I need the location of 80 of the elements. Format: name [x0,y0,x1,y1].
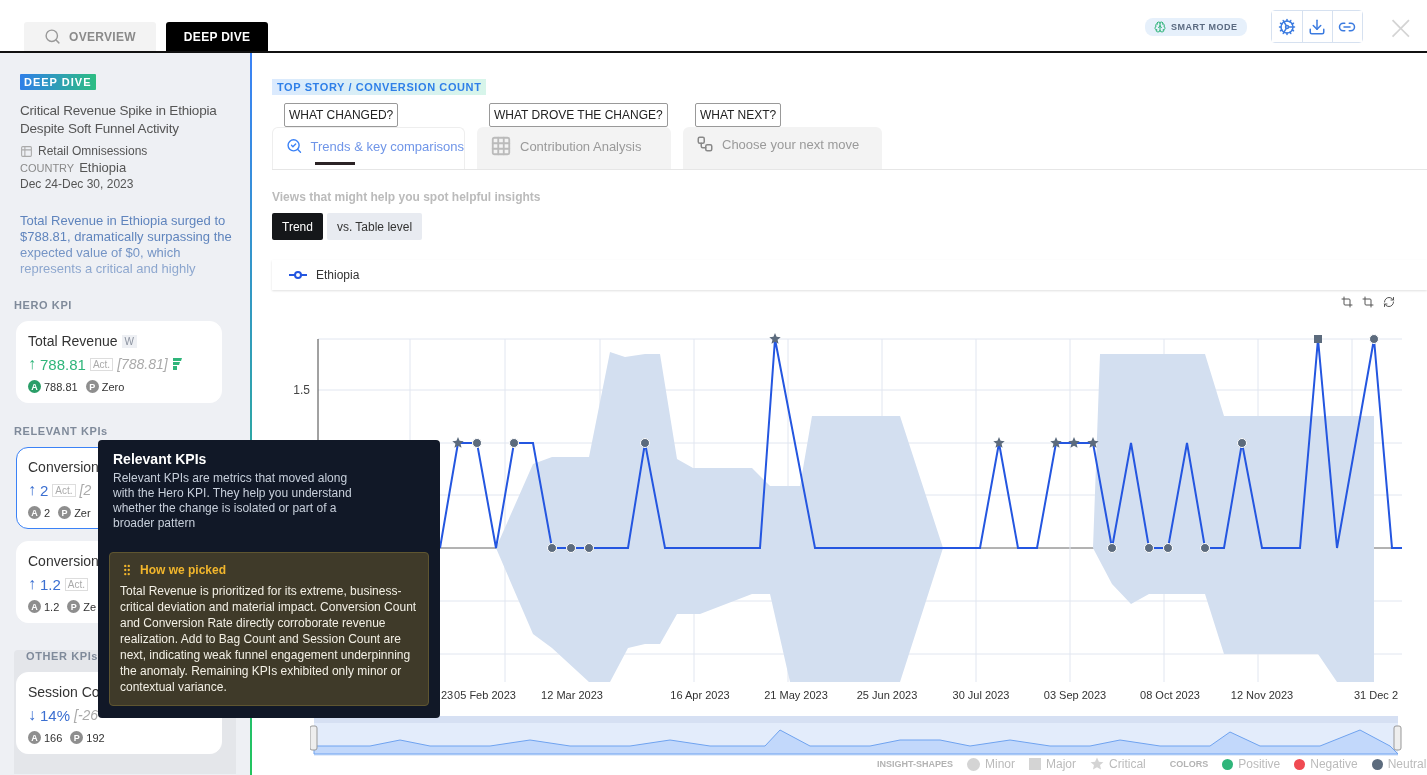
breadcrumb: TOP STORY / CONVERSION COUNT [272,79,487,95]
note-title: How we picked [140,563,227,577]
dataset-name: Retail Omnisessions [38,144,148,158]
legend-label: Negative [1310,757,1358,771]
legend-label: Minor [985,757,1016,771]
legend-title: COLORS [1169,759,1209,769]
legend-label: Positive [1238,757,1281,771]
country-value: Ethiopia [79,160,127,175]
story-title: Critical Revenue Spike in Ethiopia Despite Soft Funnel Activity [20,102,218,138]
axis-tick-label: 12 Nov 2023 [1230,689,1294,701]
legend-label: Neutral [1387,757,1427,771]
kpi-name: Total Revenue [28,333,118,349]
kpi-name: Conversion [28,459,99,475]
story-tab-label: Trends & key comparisons [310,138,464,154]
axis-tick-label: 05 Feb 2023 [454,689,516,701]
axis-tick-label: 08 Oct 2023 [1140,689,1200,701]
stat-value: 192 [86,731,105,744]
axis-tick-label: 16 Apr 2023 [670,689,730,701]
note-text: Total Revenue is prioritized for its extreme, business-critical deviation and material impact. Conversion Count and Conversion Rate directly corroborate revenue realization. Add to Bag Count and Session Count are next, indicating weak funnel engagement underpinning the anomaly. Remaining KPIs exhibited only minor or contextual variance. [120,583,418,695]
question-label: WHAT DROVE THE CHANGE? [489,103,668,127]
stat-value: Ze [83,600,97,613]
actual-tag: Act. [52,483,76,497]
trend-arrow: ↑ [28,575,36,593]
kpi-value: 788.81 [40,355,86,373]
expected-value: [788.81] [117,356,168,372]
expected-value: [2 [79,482,92,498]
section-title: HERO KPI [13,299,73,311]
stat-value: Zero [101,380,125,393]
trend-arrow: ↑ [28,481,36,499]
story-summary: Total Revenue in Ethiopia surged to $788.81, dramatically surpassing the expected value of $0, which represents a critical and highly [20,213,233,277]
stat-badge: A [28,506,41,519]
axis-tick-label: 31 Dec 2 [1354,689,1399,701]
legend-title: INSIGHT-SHAPES [877,759,953,769]
stat-badge: A [28,731,41,744]
stat-value: 2 [44,506,51,519]
smart-mode-label: SMART MODE [1171,21,1238,32]
country-label: COUNTRY [20,161,75,174]
expected-value: [-26 [74,707,99,723]
actual-tag: Act. [64,577,89,591]
tooltip-title: Relevant KPIs [113,451,208,467]
stat-badge: A [28,380,41,393]
axis-tick-label: 21 May 2023 [764,689,828,701]
stat-badge: P [58,506,72,519]
date-range: Dec 24-Dec 30, 2023 [20,177,134,191]
trend-arrow: ↑ [28,355,36,373]
stat-value: 166 [44,731,63,744]
question-label: WHAT CHANGED? [284,103,399,127]
axis-tick-label: 1.5 [293,383,310,397]
legend-label: Critical [1109,757,1146,771]
axis-tick-label: 30 Jul 2023 [952,689,1010,701]
section-title: RELEVANT KPIs [13,425,109,437]
question-label: WHAT NEXT? [695,103,782,127]
stat-value: 788.81 [44,380,78,393]
legend-label: Major [1046,757,1077,771]
tab-label: OVERVIEW [69,29,136,44]
axis-tick-label: 03 Sep 2023 [1043,689,1107,701]
story-tab-label: Contribution Analysis [520,138,642,154]
kpi-name: Conversion [28,553,99,569]
axis-tick-label: 12 Mar 2023 [541,689,603,701]
kpi-value: 1.2 [40,575,61,593]
tooltip-text: Relevant KPIs are metrics that moved along with the Hero KPI. They help you understand whether the change is isolated or part of a broader pattern [113,471,353,531]
stat-badge: A [28,600,41,613]
kpi-value: 14% [40,706,71,724]
actual-tag: Act. [89,357,114,371]
section-title: OTHER KPIs [25,650,99,662]
stat-value: 1.2 [44,600,60,613]
tab-label: DEEP DIVE [183,29,251,44]
stat-badge: P [67,600,81,613]
series-name: Ethiopia [316,268,360,282]
views-hint: Views that might help you spot helpful insights [272,190,542,204]
story-tab-label: Choose your next move [722,136,860,152]
stat-value: Zer [74,506,91,519]
kpi-tag: W [121,334,137,348]
axis-tick-label: 25 Jun 2023 [856,689,918,701]
stat-badge: P [85,380,99,393]
axis-tick-label: 23 [441,689,454,701]
deep-dive-badge: DEEP DIVE [20,74,96,90]
kpi-value: 2 [40,481,49,499]
stat-badge: P [70,731,84,744]
trend-arrow: ↓ [28,706,36,724]
